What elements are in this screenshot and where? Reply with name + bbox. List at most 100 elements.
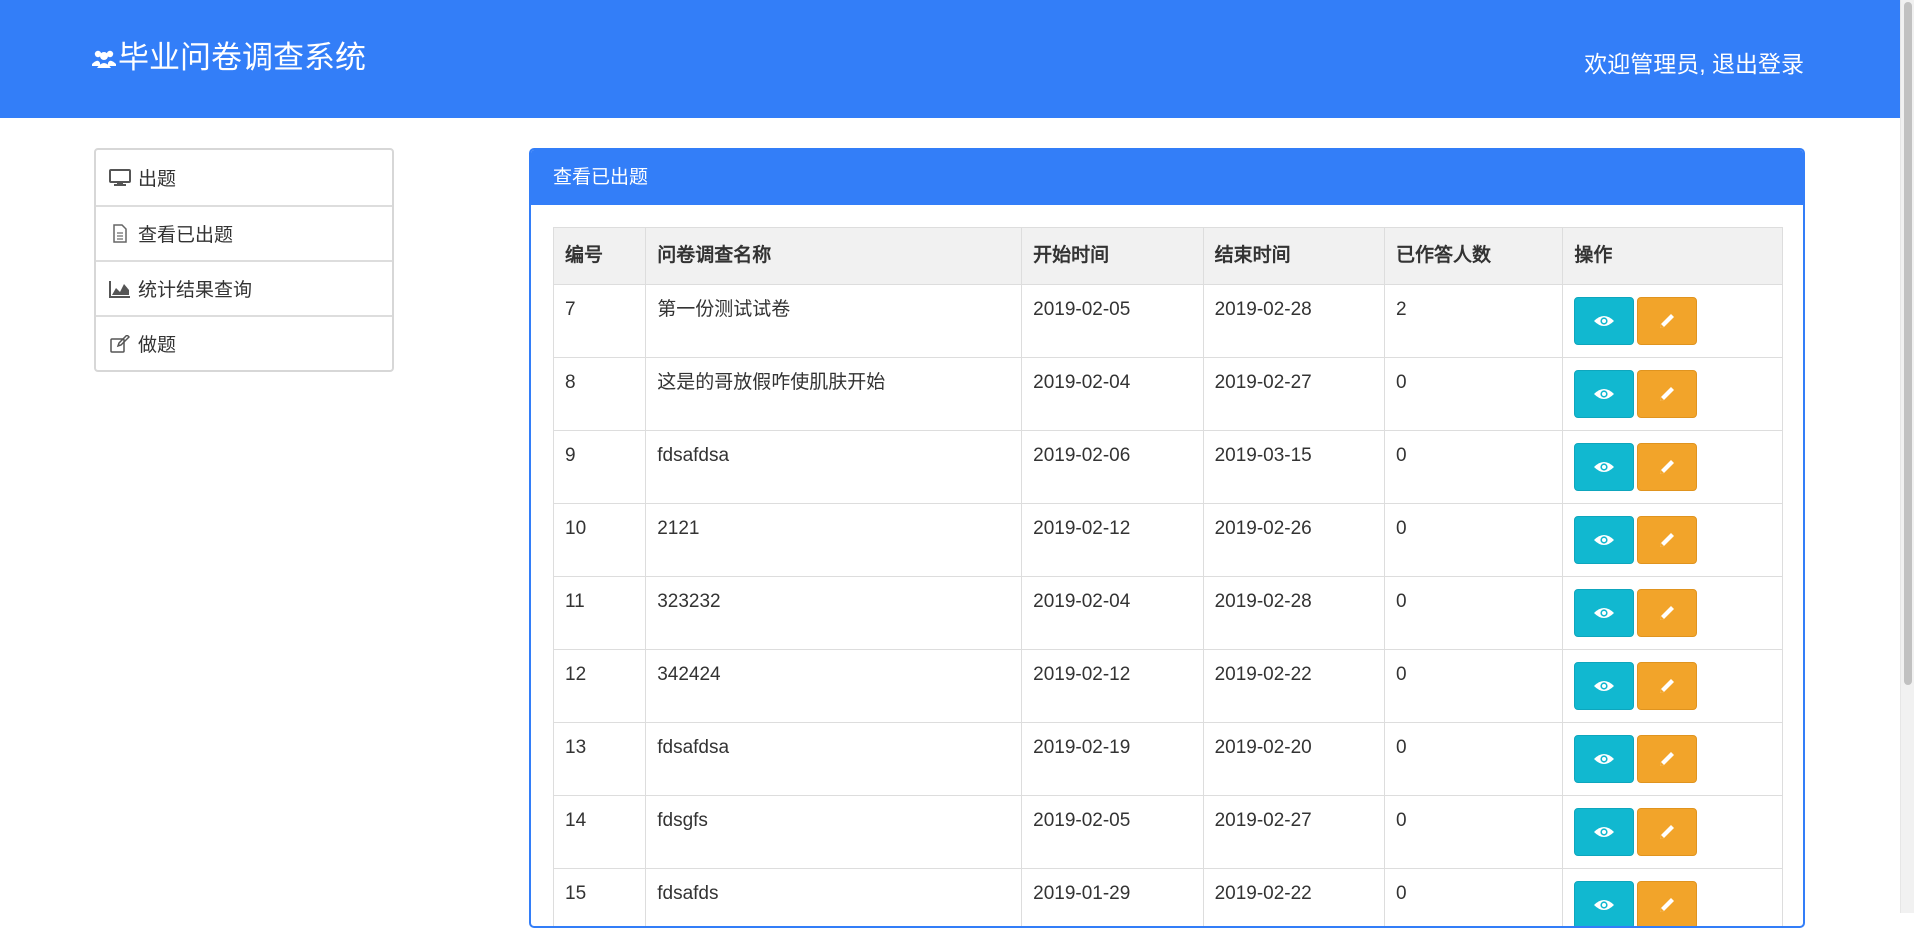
cell-start-time: 2019-02-05	[1022, 796, 1203, 869]
pencil-icon	[1658, 312, 1676, 330]
cell-id: 10	[554, 504, 646, 577]
sidebar-item-view-questions[interactable]: 查看已出题	[96, 205, 392, 260]
cell-answer-count: 0	[1385, 869, 1563, 928]
sidebar-menu: 出题 查看已出题 统计结果查询 做题	[94, 148, 394, 372]
cell-name: fdsgfs	[646, 796, 1022, 869]
cell-id: 7	[554, 285, 646, 358]
eye-icon	[1593, 314, 1615, 328]
table-row: 113232322019-02-042019-02-280	[554, 577, 1783, 650]
pencil-icon	[1658, 677, 1676, 695]
column-header-actions: 操作	[1563, 228, 1783, 285]
edit-button[interactable]	[1637, 516, 1697, 564]
cell-actions	[1563, 796, 1783, 869]
questions-table: 编号 问卷调查名称 开始时间 结束时间 已作答人数 操作 7第一份测试试卷201…	[553, 227, 1783, 928]
cell-actions	[1563, 869, 1783, 928]
cell-name: fdsafds	[646, 869, 1022, 928]
cell-id: 11	[554, 577, 646, 650]
table-row: 8这是的哥放假咋使肌肤开始2019-02-042019-02-270	[554, 358, 1783, 431]
view-button[interactable]	[1574, 735, 1634, 783]
cell-id: 8	[554, 358, 646, 431]
cell-answer-count: 0	[1385, 723, 1563, 796]
edit-button[interactable]	[1637, 297, 1697, 345]
cell-id: 13	[554, 723, 646, 796]
eye-icon	[1593, 387, 1615, 401]
table-row: 15fdsafds2019-01-292019-02-220	[554, 869, 1783, 928]
cell-answer-count: 0	[1385, 431, 1563, 504]
view-button[interactable]	[1574, 808, 1634, 856]
cell-end-time: 2019-02-22	[1203, 650, 1384, 723]
eye-icon	[1593, 898, 1615, 912]
edit-button[interactable]	[1637, 370, 1697, 418]
table-row: 1021212019-02-122019-02-260	[554, 504, 1783, 577]
scrollbar-thumb[interactable]	[1904, 2, 1912, 685]
cell-id: 14	[554, 796, 646, 869]
eye-icon	[1593, 460, 1615, 474]
view-button[interactable]	[1574, 516, 1634, 564]
panel-title: 查看已出题	[531, 150, 1803, 205]
cell-answer-count: 0	[1385, 650, 1563, 723]
brand[interactable]: 毕业问卷调查系统	[92, 38, 366, 78]
view-button[interactable]	[1574, 370, 1634, 418]
cell-answer-count: 0	[1385, 358, 1563, 431]
eye-icon	[1593, 752, 1615, 766]
eye-icon	[1593, 825, 1615, 839]
vertical-scrollbar[interactable]	[1900, 0, 1914, 913]
column-header-start: 开始时间	[1022, 228, 1203, 285]
cell-name: 342424	[646, 650, 1022, 723]
eye-icon	[1593, 606, 1615, 620]
sidebar-item-label: 出题	[138, 164, 176, 191]
cell-answer-count: 0	[1385, 504, 1563, 577]
cell-start-time: 2019-02-04	[1022, 358, 1203, 431]
sidebar-item-create[interactable]: 出题	[96, 150, 392, 205]
cell-name: 第一份测试试卷	[646, 285, 1022, 358]
cell-start-time: 2019-02-06	[1022, 431, 1203, 504]
sidebar-item-label: 做题	[138, 330, 176, 357]
cell-start-time: 2019-02-04	[1022, 577, 1203, 650]
panel-body: 编号 问卷调查名称 开始时间 结束时间 已作答人数 操作 7第一份测试试卷201…	[531, 205, 1803, 928]
edit-icon	[108, 334, 132, 354]
pencil-icon	[1658, 750, 1676, 768]
cell-id: 9	[554, 431, 646, 504]
cell-end-time: 2019-02-27	[1203, 358, 1384, 431]
cell-end-time: 2019-02-28	[1203, 285, 1384, 358]
view-button[interactable]	[1574, 297, 1634, 345]
cell-answer-count: 0	[1385, 577, 1563, 650]
cell-start-time: 2019-01-29	[1022, 869, 1203, 928]
table-row: 7第一份测试试卷2019-02-052019-02-282	[554, 285, 1783, 358]
cell-actions	[1563, 650, 1783, 723]
sidebar-item-answer[interactable]: 做题	[96, 315, 392, 370]
cell-actions	[1563, 577, 1783, 650]
sidebar-item-statistics[interactable]: 统计结果查询	[96, 260, 392, 315]
welcome-text: 欢迎管理员,	[1584, 51, 1705, 77]
cell-start-time: 2019-02-12	[1022, 650, 1203, 723]
cell-answer-count: 2	[1385, 285, 1563, 358]
cell-name: 这是的哥放假咋使肌肤开始	[646, 358, 1022, 431]
sidebar-item-label: 统计结果查询	[138, 275, 252, 302]
edit-button[interactable]	[1637, 443, 1697, 491]
eye-icon	[1593, 533, 1615, 547]
cell-start-time: 2019-02-05	[1022, 285, 1203, 358]
logout-link[interactable]: 退出登录	[1712, 51, 1804, 77]
area-chart-icon	[108, 279, 132, 299]
sidebar-item-label: 查看已出题	[138, 220, 233, 247]
top-navbar: 毕业问卷调查系统 欢迎管理员, 退出登录	[0, 0, 1900, 118]
pencil-icon	[1658, 604, 1676, 622]
view-button[interactable]	[1574, 881, 1634, 928]
edit-button[interactable]	[1637, 881, 1697, 928]
column-header-name: 问卷调查名称	[646, 228, 1022, 285]
users-icon	[92, 48, 116, 70]
questions-panel: 查看已出题 编号 问卷调查名称 开始时间 结束时间 已作答人数 操作 7第一份测…	[529, 148, 1805, 928]
brand-title: 毕业问卷调查系统	[118, 38, 366, 78]
cell-name: fdsafdsa	[646, 431, 1022, 504]
cell-start-time: 2019-02-12	[1022, 504, 1203, 577]
pencil-icon	[1658, 458, 1676, 476]
view-button[interactable]	[1574, 589, 1634, 637]
edit-button[interactable]	[1637, 662, 1697, 710]
cell-name: fdsafdsa	[646, 723, 1022, 796]
view-button[interactable]	[1574, 443, 1634, 491]
view-button[interactable]	[1574, 662, 1634, 710]
edit-button[interactable]	[1637, 589, 1697, 637]
table-body: 7第一份测试试卷2019-02-052019-02-2828这是的哥放假咋使肌肤…	[554, 285, 1783, 928]
edit-button[interactable]	[1637, 808, 1697, 856]
edit-button[interactable]	[1637, 735, 1697, 783]
